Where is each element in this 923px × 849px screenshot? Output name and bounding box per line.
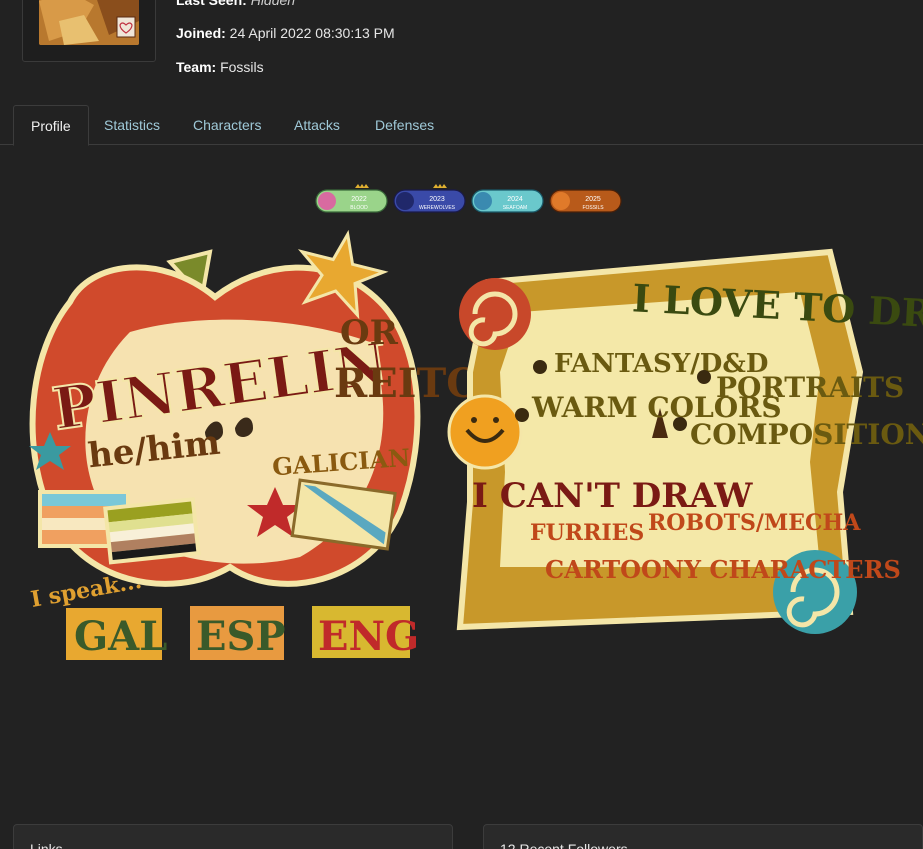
- joined-label: Joined:: [176, 25, 226, 41]
- badge-2024-year: 2024: [507, 196, 523, 203]
- last-seen-row: Last Seen: Hidden: [176, 0, 295, 8]
- love-item-compositions: COMPOSITIONS: [690, 418, 923, 451]
- language-eng: ENG: [318, 613, 419, 660]
- badge-2025-icon[interactable]: 2025 FOSSILS: [549, 184, 622, 214]
- followers-title: 12 Recent Followers: [500, 841, 628, 849]
- team-value: Fossils: [220, 59, 264, 75]
- avatar-card: [22, 0, 156, 62]
- avatar-image: [39, 0, 139, 45]
- tab-attacks[interactable]: Attacks: [277, 105, 357, 145]
- cant-item-cartoony: CARTOONY CHARACTERS: [545, 555, 901, 584]
- badge-2025-year: 2025: [585, 196, 601, 203]
- last-seen-value: Hidden: [250, 0, 296, 8]
- profile-banner: PINRELIN OR REITO he/him GALICIAN I spea…: [29, 229, 923, 660]
- tab-defenses[interactable]: Defenses: [358, 105, 451, 145]
- banner-speak-label: I speak...: [29, 568, 144, 613]
- language-esp: ESP: [196, 613, 285, 660]
- flag-aroace: [103, 497, 201, 565]
- last-seen-label: Last Seen:: [176, 0, 247, 8]
- joined-value: 24 April 2022 08:30:13 PM: [229, 25, 395, 41]
- badge-2022-icon[interactable]: 2022 BLOOD: [315, 184, 388, 214]
- badge-2024-icon[interactable]: 2024 SEAFOAM: [471, 184, 544, 214]
- banner-or: OR: [340, 313, 399, 353]
- banner-alt-name: REITO: [334, 360, 481, 407]
- cant-item-furries: FURRIES: [530, 520, 644, 546]
- team-label: Team:: [176, 59, 217, 75]
- avatar[interactable]: [39, 0, 139, 45]
- joined-row: Joined: 24 April 2022 08:30:13 PM: [176, 25, 395, 41]
- links-title: Links: [30, 841, 63, 849]
- tab-statistics[interactable]: Statistics: [87, 105, 177, 145]
- language-tiles: GAL ESP ENG: [66, 606, 419, 660]
- language-gal: GAL: [74, 613, 167, 660]
- cant-item-robots: ROBOTS/MECHA: [648, 510, 861, 536]
- flag-galicia: [290, 478, 397, 551]
- followers-panel: 12 Recent Followers: [483, 824, 923, 849]
- badge-2023-icon[interactable]: 2023 WEREWOLVES: [393, 184, 466, 214]
- badge-2023-year: 2023: [429, 196, 445, 203]
- team-row: Team: Fossils: [176, 59, 264, 75]
- profile-tabs: Profile Statistics Characters Attacks De…: [0, 105, 923, 146]
- badge-2022-year: 2022: [351, 196, 367, 203]
- badge-2025-team: FOSSILS: [582, 205, 604, 211]
- badge-2022-team: BLOOD: [350, 205, 368, 211]
- badge-2023-team: WEREWOLVES: [419, 205, 456, 211]
- badge-2024-team: SEAFOAM: [503, 205, 527, 211]
- tab-characters[interactable]: Characters: [176, 105, 278, 145]
- tab-profile[interactable]: Profile: [13, 105, 89, 146]
- links-panel: Links: [13, 824, 453, 849]
